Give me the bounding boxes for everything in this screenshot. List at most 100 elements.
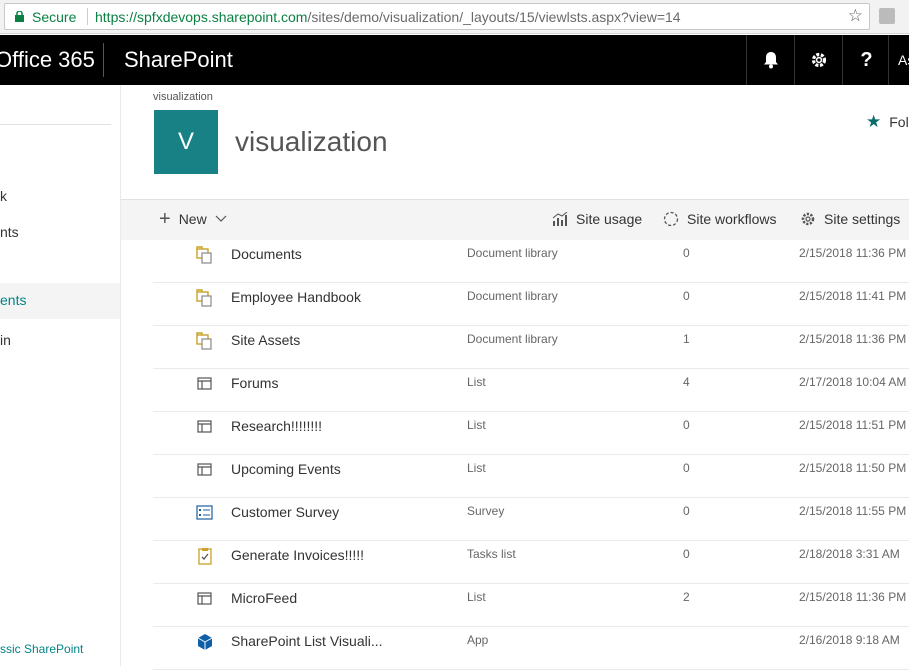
- list-item[interactable]: Upcoming Events List 0 2/15/2018 11:50 P…: [153, 455, 909, 498]
- modified-date: 2/15/2018 11:55 PM: [799, 504, 907, 518]
- list-type: Survey: [467, 504, 505, 518]
- modified-date: 2/15/2018 11:51 PM: [799, 418, 907, 432]
- list-name[interactable]: Site Assets: [231, 332, 300, 348]
- modified-date: 2/15/2018 11:36 PM: [799, 332, 907, 346]
- nav-item-1[interactable]: k: [0, 179, 120, 215]
- sharepoint-product-name[interactable]: SharePoint: [124, 47, 233, 73]
- suitebar-divider: [103, 43, 104, 77]
- list-icon: [197, 377, 212, 390]
- item-count: 2: [683, 590, 690, 604]
- list-type: App: [467, 633, 489, 647]
- list-name[interactable]: MicroFeed: [231, 590, 297, 606]
- plus-icon: +: [159, 208, 171, 230]
- gear-icon: [801, 212, 815, 226]
- lock-icon: [15, 11, 24, 22]
- site-settings-label: Site settings: [824, 211, 901, 227]
- item-count: 0: [683, 504, 690, 518]
- url-text[interactable]: https://spfxdevops.sharepoint.com/sites/…: [95, 9, 681, 25]
- item-count: 0: [683, 418, 690, 432]
- list-type: Document library: [467, 332, 558, 346]
- site-title[interactable]: visualization: [235, 126, 388, 158]
- modified-date: 2/15/2018 11:41 PM: [799, 289, 907, 303]
- list-item[interactable]: Research!!!!!!!! List 0 2/15/2018 11:51 …: [153, 412, 909, 455]
- settings-button[interactable]: [794, 35, 842, 85]
- tasks-icon: [198, 548, 212, 565]
- extension-icon[interactable]: [879, 8, 895, 24]
- list-name[interactable]: Research!!!!!!!!: [231, 418, 322, 434]
- list-name[interactable]: Documents: [231, 246, 302, 262]
- list-icon: [197, 463, 212, 476]
- site-settings-button[interactable]: Site settings: [800, 211, 900, 227]
- survey-icon: [196, 505, 213, 520]
- app-icon: [197, 634, 213, 650]
- left-navigation: k nts ents in ssic SharePoint: [0, 85, 121, 666]
- list-type: List: [467, 590, 486, 604]
- list-item[interactable]: Documents Document library 0 2/15/2018 1…: [153, 240, 909, 283]
- site-workflows-button[interactable]: Site workflows: [663, 211, 776, 227]
- item-count: 0: [683, 547, 690, 561]
- star-icon: ★: [866, 112, 882, 131]
- address-bar[interactable]: Secure https://spfxdevops.sharepoint.com…: [4, 3, 870, 30]
- item-count: 0: [683, 289, 690, 303]
- list-item[interactable]: SharePoint List Visuali... App 2/16/2018…: [153, 627, 909, 670]
- follow-button[interactable]: ★ Fol: [866, 112, 909, 132]
- workflow-icon: [663, 211, 679, 227]
- list-item[interactable]: Employee Handbook Document library 0 2/1…: [153, 283, 909, 326]
- list-name[interactable]: Forums: [231, 375, 278, 391]
- nav-item-site-contents[interactable]: ents: [0, 283, 120, 319]
- list-name[interactable]: Generate Invoices!!!!!: [231, 547, 364, 563]
- site-usage-button[interactable]: Site usage: [552, 211, 642, 227]
- help-button[interactable]: ?: [842, 35, 890, 85]
- modified-date: 2/16/2018 9:18 AM: [799, 633, 900, 647]
- list-name[interactable]: SharePoint List Visuali...: [231, 633, 383, 649]
- list-name[interactable]: Customer Survey: [231, 504, 339, 520]
- list-type: Document library: [467, 289, 558, 303]
- breadcrumb[interactable]: visualization: [153, 91, 213, 103]
- help-icon: ?: [860, 48, 873, 71]
- list-name[interactable]: Employee Handbook: [231, 289, 361, 305]
- notifications-button[interactable]: [746, 35, 794, 85]
- library-icon: [196, 289, 212, 307]
- site-usage-label: Site usage: [576, 211, 643, 227]
- modified-date: 2/15/2018 11:50 PM: [799, 461, 907, 475]
- item-count: 0: [683, 461, 690, 475]
- gear-icon: [811, 52, 826, 68]
- list-type: Tasks list: [467, 547, 516, 561]
- user-account-button[interactable]: As: [888, 35, 909, 85]
- secure-label: Secure: [32, 9, 77, 25]
- nav-item-2[interactable]: nts: [0, 215, 120, 251]
- list-item[interactable]: Site Assets Document library 1 2/15/2018…: [153, 326, 909, 369]
- bell-icon: [763, 52, 778, 69]
- list-item[interactable]: MicroFeed List 2 2/15/2018 11:36 PM: [153, 584, 909, 627]
- address-divider: [87, 8, 88, 25]
- command-bar: + New Site usage Site workflows Site set…: [121, 199, 909, 240]
- list-item[interactable]: Customer Survey Survey 0 2/15/2018 11:55…: [153, 498, 909, 541]
- new-button[interactable]: + New: [159, 208, 227, 230]
- new-label: New: [178, 211, 207, 227]
- library-icon: [196, 332, 212, 350]
- suite-bar: Office 365 SharePoint ? As: [0, 35, 909, 85]
- item-count: 4: [683, 375, 690, 389]
- library-icon: [196, 246, 212, 264]
- list-type: List: [467, 461, 486, 475]
- site-logo[interactable]: V: [154, 110, 218, 174]
- bookmark-star-icon[interactable]: ☆: [848, 6, 863, 26]
- item-count: 0: [683, 246, 690, 260]
- list-icon: [197, 420, 212, 433]
- list-type: Document library: [467, 246, 558, 260]
- list-item[interactable]: Forums List 4 2/17/2018 10:04 AM: [153, 369, 909, 412]
- modified-date: 2/18/2018 3:31 AM: [799, 547, 900, 561]
- list-icon: [197, 592, 212, 605]
- list-name[interactable]: Upcoming Events: [231, 461, 341, 477]
- nav-divider: [0, 124, 111, 125]
- return-to-classic-link[interactable]: ssic SharePoint: [0, 642, 83, 656]
- list-item[interactable]: Generate Invoices!!!!! Tasks list 0 2/18…: [153, 541, 909, 584]
- item-count: 1: [683, 332, 690, 346]
- nav-item-4[interactable]: in: [0, 323, 120, 359]
- office365-app-name[interactable]: Office 365: [0, 47, 95, 73]
- modified-date: 2/17/2018 10:04 AM: [799, 375, 907, 389]
- follow-label: Fol: [889, 114, 909, 130]
- site-workflows-label: Site workflows: [687, 211, 777, 227]
- url-path: /sites/demo/visualization/_layouts/15/vi…: [307, 9, 681, 25]
- list-type: List: [467, 418, 486, 432]
